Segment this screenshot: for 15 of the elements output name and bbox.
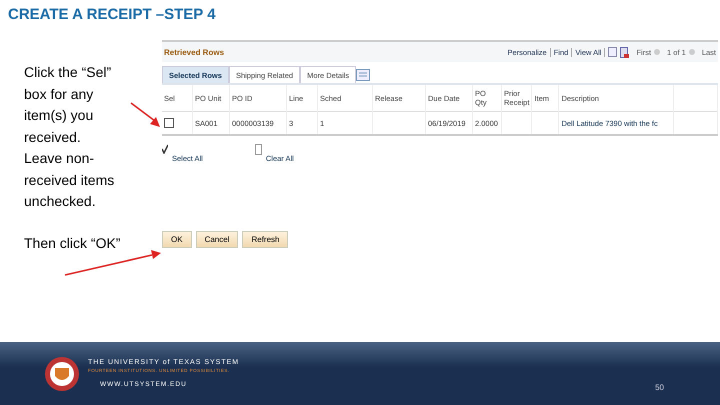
seal-icon (44, 356, 80, 392)
box-icon (254, 144, 262, 155)
grid-view-icon[interactable] (356, 68, 370, 80)
grid-title: Retrieved Rows (164, 48, 224, 56)
slide-title: CREATE A RECEIPT –STEP 4 (7, 5, 217, 25)
action-button[interactable]: Cancel (196, 231, 238, 248)
checkmark-icon (162, 144, 168, 154)
action-button[interactable]: Refresh (242, 231, 288, 248)
select-checkbox[interactable] (164, 118, 174, 128)
page-number: 50 (655, 383, 664, 392)
download-icon[interactable] (620, 46, 630, 58)
action-button[interactable]: OK (162, 231, 192, 248)
instruction-text: Click the “Sel” box for any item(s) you received. Leave non-received items unchecked. (24, 63, 116, 211)
arrow (130, 102, 161, 128)
instruction-text: Then click “OK” (24, 234, 122, 252)
